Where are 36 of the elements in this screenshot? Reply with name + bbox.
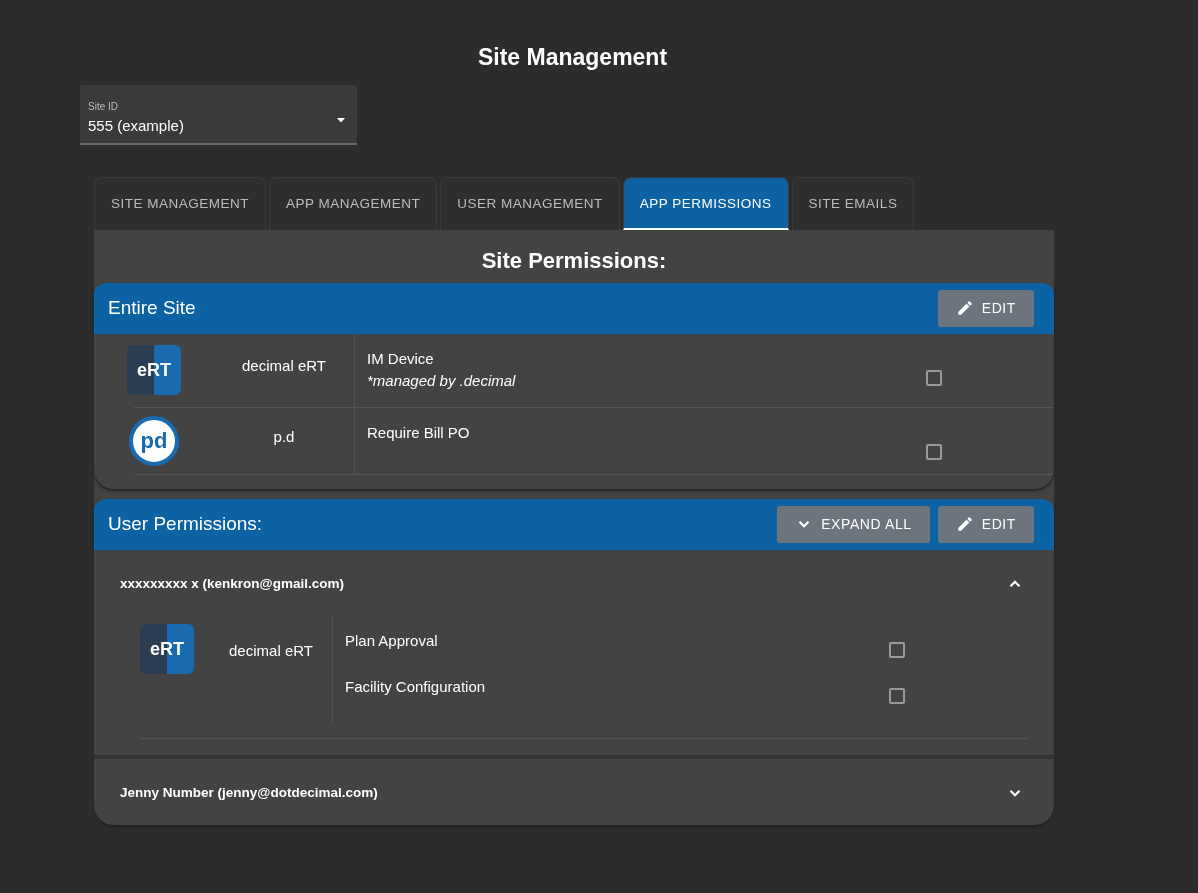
user-row[interactable]: Jenny Number (jenny@dotdecimal.com)	[94, 759, 1054, 826]
permission-label: IM Device	[367, 348, 435, 369]
pencil-icon	[955, 515, 974, 534]
user-row[interactable]: xxxxxxxxx x (kenkron@gmail.com)	[94, 549, 1054, 616]
tab[interactable]: APP PERMISSIONS	[622, 176, 789, 230]
section-heading: Site Permissions:	[480, 246, 668, 275]
page-title: Site Management	[476, 43, 669, 72]
checkbox[interactable]	[889, 688, 905, 704]
section-title: Entire Site	[108, 296, 196, 320]
app-logo: eRT	[127, 345, 181, 396]
checkbox[interactable]	[926, 369, 942, 386]
tab[interactable]: USER MANAGEMENT	[440, 176, 620, 230]
permission-label: Require Bill PO	[367, 422, 470, 443]
app-name: decimal eRT	[241, 356, 327, 376]
section-title: User Permissions:	[108, 512, 263, 536]
site-id-select[interactable]: Site ID 555 (example)	[80, 84, 357, 145]
permission-label: Plan Approval	[345, 631, 438, 651]
edit-button[interactable]: EDIT	[937, 505, 1034, 543]
select-label: Site ID	[88, 101, 119, 112]
app-logo: eRT	[140, 624, 194, 674]
tab[interactable]: SITE MANAGEMENT	[94, 176, 266, 230]
expand-all-button[interactable]: EXPAND ALL	[777, 505, 930, 543]
select-value: 555 (example)	[88, 115, 184, 136]
permission-label: Facility Configuration	[345, 677, 486, 697]
user-name: xxxxxxxxx x (kenkron@gmail.com)	[120, 574, 345, 593]
app-name: p.d	[272, 426, 296, 447]
tab[interactable]: SITE EMAILS	[791, 176, 915, 230]
app-logo: pd	[129, 415, 179, 466]
pencil-icon	[955, 299, 974, 318]
tab[interactable]: APP MANAGEMENT	[269, 176, 438, 230]
checkbox[interactable]	[926, 443, 942, 460]
edit-button[interactable]: EDIT	[937, 289, 1034, 327]
app-name: decimal eRT	[228, 641, 314, 661]
checkbox[interactable]	[889, 642, 905, 658]
permission-note: *managed by .decimal	[367, 371, 516, 392]
user-name: Jenny Number (jenny@dotdecimal.com)	[120, 784, 378, 802]
